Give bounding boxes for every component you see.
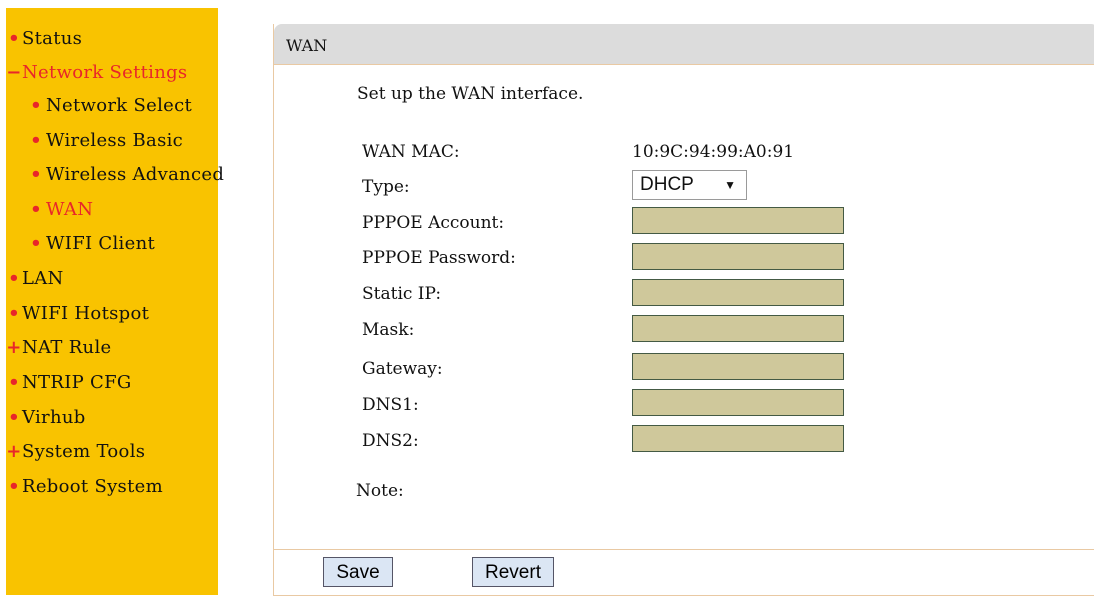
bullet-icon: • bbox=[30, 95, 42, 116]
pppoe-password-input[interactable] bbox=[632, 243, 844, 270]
pppoe-account-label: PPPOE Account: bbox=[362, 213, 505, 233]
bullet-icon: • bbox=[30, 164, 42, 185]
gateway-label: Gateway: bbox=[362, 359, 443, 379]
bullet-icon: • bbox=[30, 233, 42, 254]
nav-label: Status bbox=[22, 28, 83, 49]
nav-item-lan[interactable]: • LAN bbox=[6, 266, 64, 292]
nav-item-status[interactable]: • Status bbox=[6, 26, 82, 52]
nav-item-wifi-hotspot[interactable]: • WIFI Hotspot bbox=[6, 301, 149, 327]
nav-item-system-tools[interactable]: +System Tools bbox=[6, 439, 145, 465]
nav-item-wan[interactable]: • WAN bbox=[26, 197, 93, 223]
save-button[interactable]: Save bbox=[323, 557, 393, 587]
bullet-icon: • bbox=[8, 303, 20, 324]
expand-icon: + bbox=[6, 441, 22, 462]
nav-label: Virhub bbox=[22, 407, 86, 428]
nav-label: NAT Rule bbox=[22, 337, 112, 358]
nav-label: WIFI Client bbox=[46, 233, 155, 254]
mask-input[interactable] bbox=[632, 315, 844, 342]
type-select[interactable]: DHCP ▼ bbox=[632, 170, 747, 200]
bullet-icon: • bbox=[30, 199, 42, 220]
pppoe-password-label: PPPOE Password: bbox=[362, 248, 516, 268]
note-label: Note: bbox=[356, 481, 404, 501]
dns1-label: DNS1: bbox=[362, 395, 419, 415]
nav-label: Network Settings bbox=[22, 62, 188, 83]
dns2-input[interactable] bbox=[632, 425, 844, 452]
dropdown-arrow-icon: ▼ bbox=[724, 178, 736, 192]
bullet-icon: • bbox=[8, 476, 20, 497]
nav-item-virhub[interactable]: • Virhub bbox=[6, 405, 86, 431]
nav-item-network-settings[interactable]: −Network Settings bbox=[6, 60, 187, 86]
bullet-icon: • bbox=[30, 130, 42, 151]
nav-item-nat-rule[interactable]: +NAT Rule bbox=[6, 335, 111, 361]
bullet-icon: • bbox=[8, 268, 20, 289]
bullet-icon: • bbox=[8, 28, 20, 49]
dns2-label: DNS2: bbox=[362, 431, 419, 451]
collapse-icon: − bbox=[6, 62, 22, 83]
pppoe-account-input[interactable] bbox=[632, 207, 844, 234]
static-ip-label: Static IP: bbox=[362, 284, 442, 304]
panel-header: WAN bbox=[274, 24, 1094, 65]
nav-label: LAN bbox=[22, 268, 64, 289]
nav-label: Reboot System bbox=[22, 476, 163, 497]
nav-item-wireless-advanced[interactable]: • Wireless Advanced bbox=[26, 162, 224, 188]
nav-item-reboot-system[interactable]: • Reboot System bbox=[6, 474, 163, 500]
nav-label: WAN bbox=[46, 199, 94, 220]
intro-text: Set up the WAN interface. bbox=[357, 84, 584, 104]
nav-item-wifi-client[interactable]: • WIFI Client bbox=[26, 231, 155, 257]
expand-icon: + bbox=[6, 337, 22, 358]
panel-title: WAN bbox=[286, 36, 328, 55]
wan-mac-label: WAN MAC: bbox=[362, 142, 460, 162]
type-select-value: DHCP bbox=[640, 174, 694, 195]
wan-mac-value: 10:9C:94:99:A0:91 bbox=[632, 142, 795, 162]
gateway-input[interactable] bbox=[632, 353, 844, 380]
nav-label: System Tools bbox=[22, 441, 146, 462]
nav-label: NTRIP CFG bbox=[22, 372, 132, 393]
revert-button[interactable]: Revert bbox=[472, 557, 554, 587]
dns1-input[interactable] bbox=[632, 389, 844, 416]
nav-label: Wireless Basic bbox=[46, 130, 184, 151]
nav-label: Wireless Advanced bbox=[46, 164, 225, 185]
bullet-icon: • bbox=[8, 407, 20, 428]
bullet-icon: • bbox=[8, 372, 20, 393]
nav-label: WIFI Hotspot bbox=[22, 303, 150, 324]
type-label: Type: bbox=[362, 177, 410, 197]
nav-item-ntrip-cfg[interactable]: • NTRIP CFG bbox=[6, 370, 132, 396]
nav-item-wireless-basic[interactable]: • Wireless Basic bbox=[26, 128, 183, 154]
sidebar-nav: • Status −Network Settings • Network Selec… bbox=[6, 8, 224, 595]
static-ip-input[interactable] bbox=[632, 279, 844, 306]
wan-panel: WAN Set up the WAN interface. WAN MAC: 1… bbox=[273, 24, 1094, 596]
mask-label: Mask: bbox=[362, 320, 415, 340]
footer-divider bbox=[274, 549, 1094, 550]
nav-item-network-select[interactable]: • Network Select bbox=[26, 93, 192, 119]
nav-label: Network Select bbox=[46, 95, 193, 116]
